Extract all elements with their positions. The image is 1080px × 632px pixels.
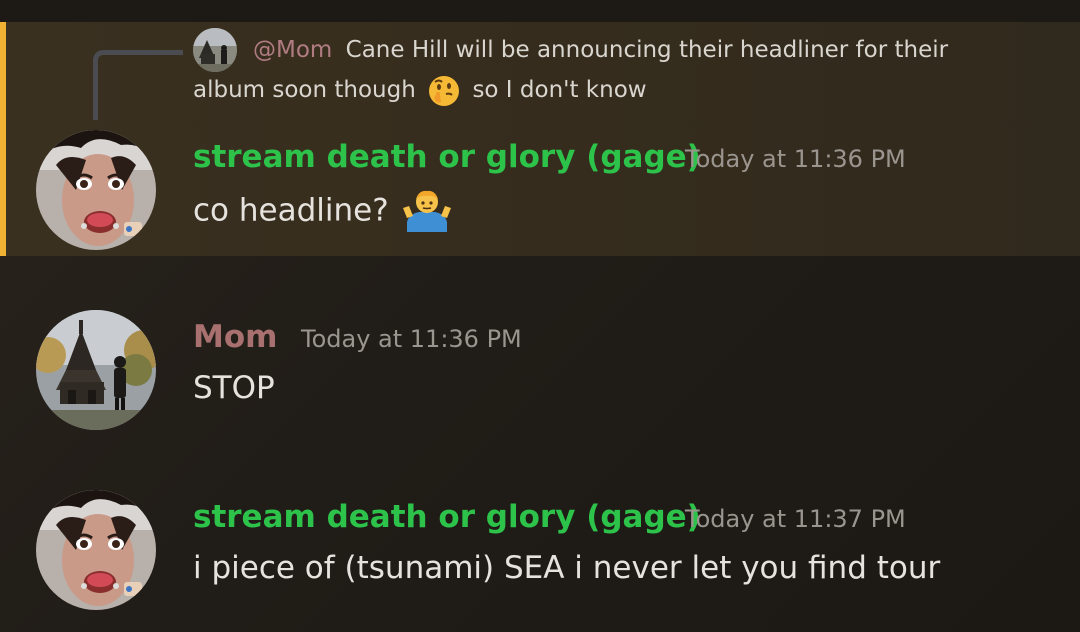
reply-spine bbox=[93, 50, 183, 120]
mom-avatar-photo-icon bbox=[36, 310, 156, 430]
user-avatar[interactable] bbox=[36, 490, 156, 610]
mention-highlight-bar bbox=[0, 22, 6, 256]
message-author[interactable]: Mom bbox=[193, 318, 277, 356]
gage-avatar-photo-icon bbox=[36, 130, 156, 250]
thinking-face-icon bbox=[427, 74, 461, 108]
reply-text-1: Cane Hill will be announcing their headl… bbox=[345, 37, 949, 63]
message-author[interactable]: stream death or glory (gage) bbox=[193, 498, 701, 536]
user-avatar[interactable] bbox=[36, 310, 156, 430]
gage-avatar-photo-icon bbox=[36, 490, 156, 610]
message-content: co headline? bbox=[193, 190, 451, 234]
reply-text-2: album soon though bbox=[193, 77, 416, 103]
message-text: co headline? bbox=[193, 192, 389, 229]
reply-text-3: so I don't know bbox=[472, 77, 647, 103]
message-timestamp[interactable]: Today at 11:36 PM bbox=[301, 320, 522, 358]
top-divider bbox=[0, 0, 1080, 22]
message-content: i piece of (tsunami) SEA i never let you… bbox=[193, 550, 941, 586]
reply-mention[interactable]: @Mom bbox=[253, 37, 332, 63]
reply-preview[interactable]: @Mom Cane Hill will be announcing their … bbox=[193, 30, 1053, 110]
message-content: STOP bbox=[193, 370, 275, 406]
message-timestamp[interactable]: Today at 11:37 PM bbox=[685, 500, 906, 538]
chat-message-list: @Mom Cane Hill will be announcing their … bbox=[0, 0, 1080, 632]
user-avatar[interactable] bbox=[36, 130, 156, 250]
message-timestamp[interactable]: Today at 11:36 PM bbox=[685, 140, 906, 178]
person-shrugging-icon bbox=[402, 188, 451, 232]
message-author[interactable]: stream death or glory (gage) bbox=[193, 138, 701, 176]
